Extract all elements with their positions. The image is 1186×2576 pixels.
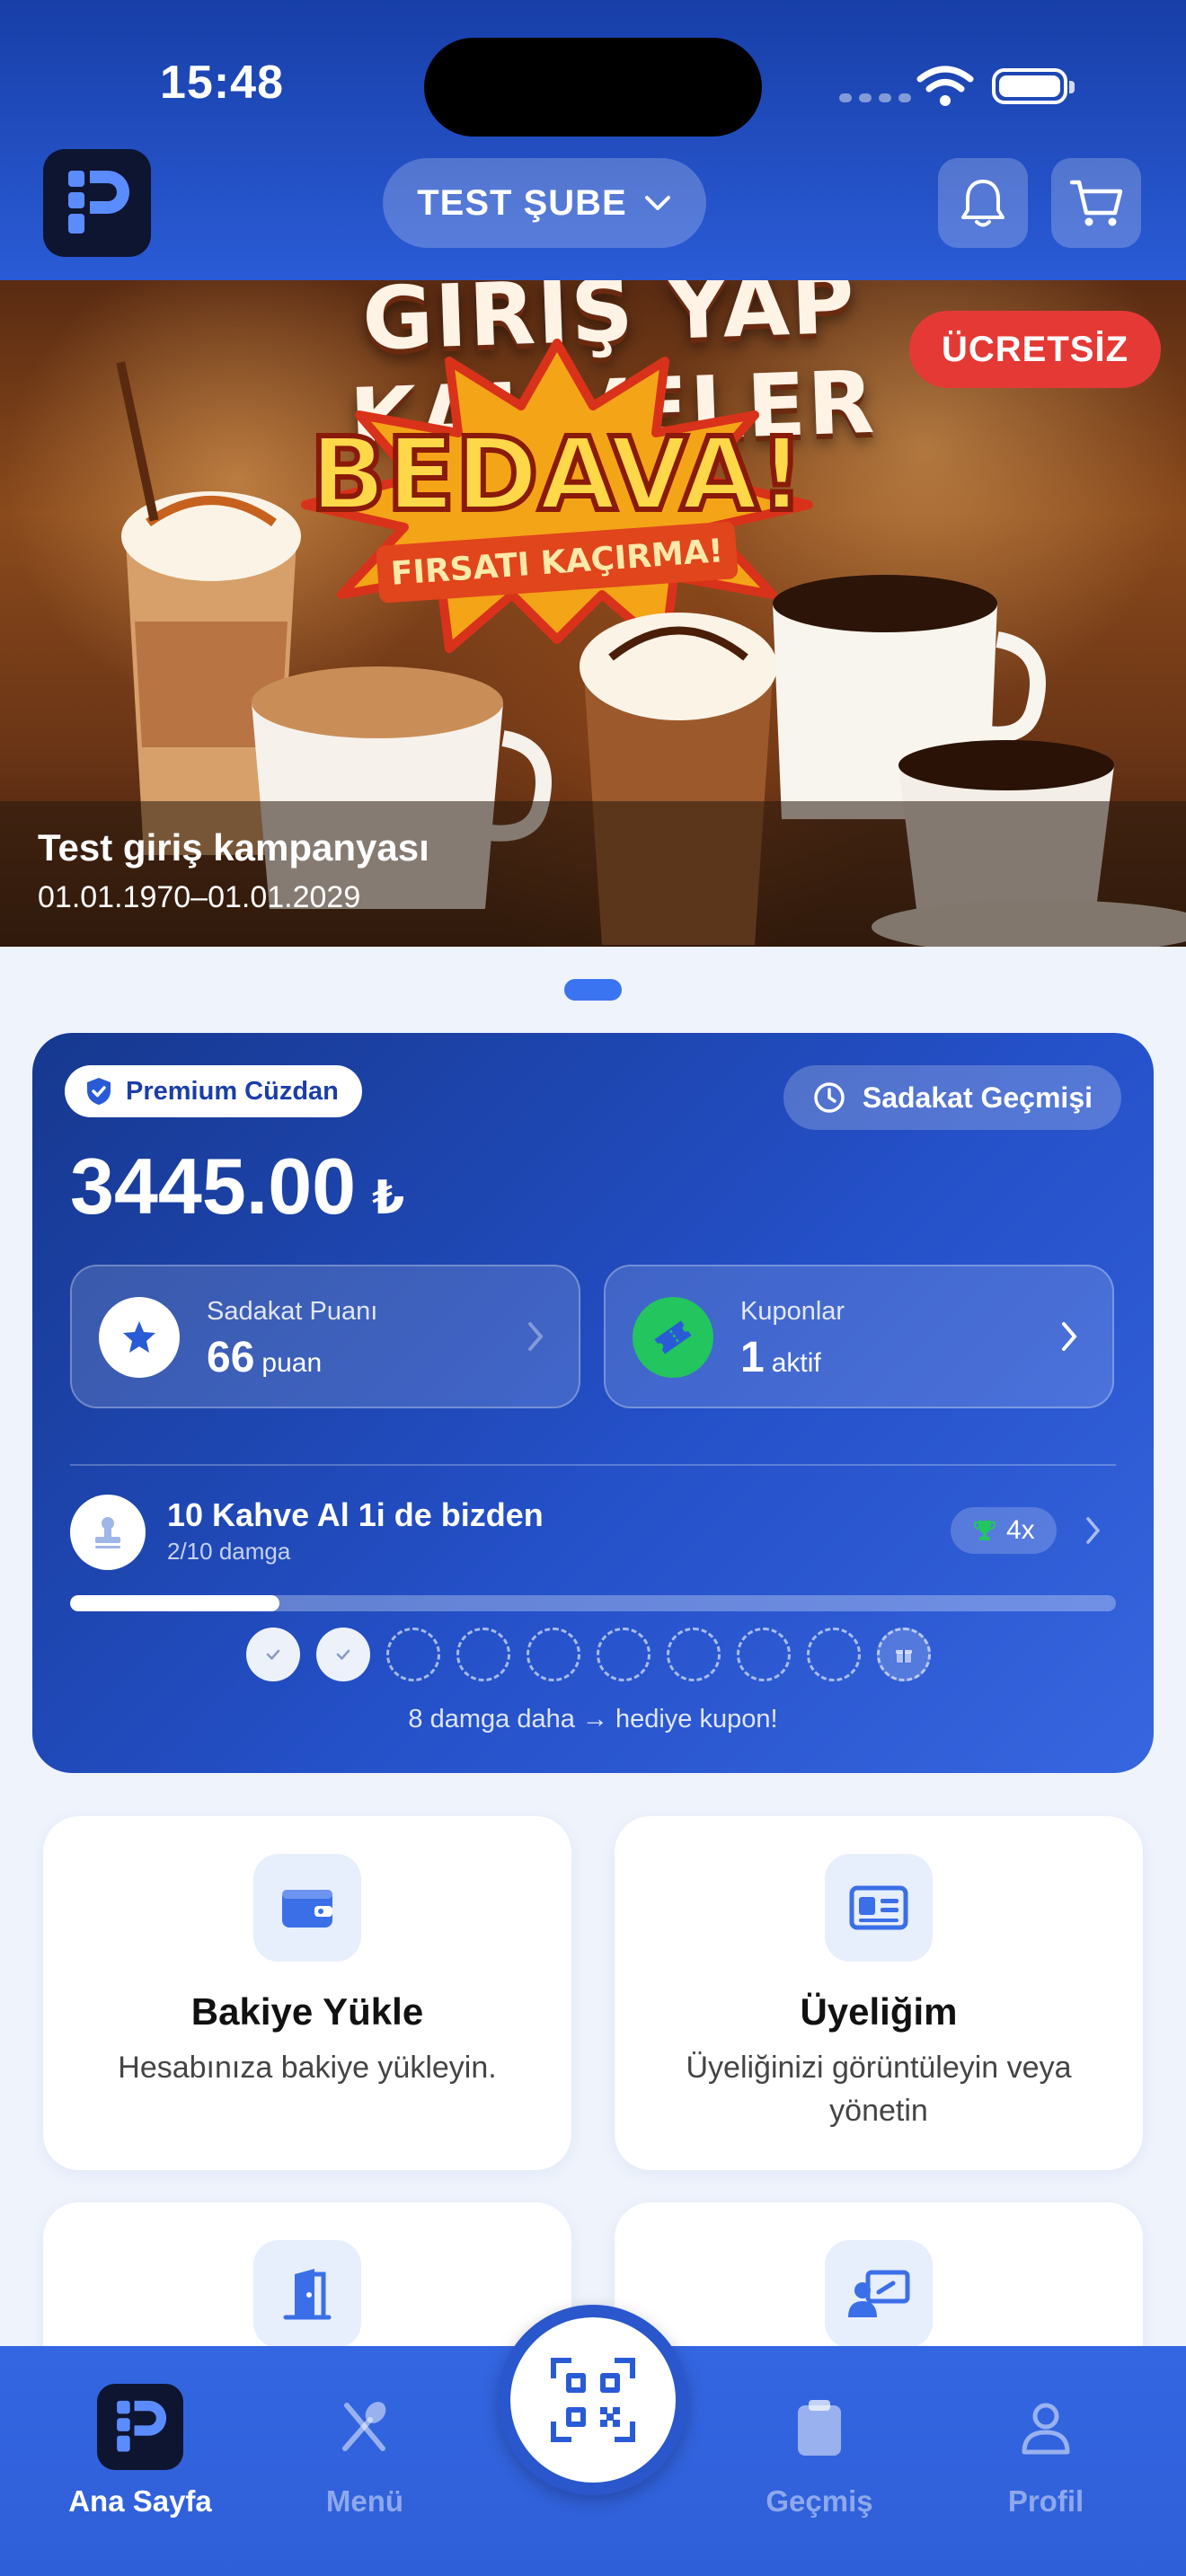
dynamic-island bbox=[424, 38, 762, 137]
id-card-icon bbox=[825, 1854, 933, 1962]
tab-menu[interactable]: Menü bbox=[275, 2382, 455, 2519]
wallet-balance: 3445.00 ₺ bbox=[70, 1141, 404, 1232]
notifications-button[interactable] bbox=[938, 158, 1028, 248]
coupons-value: 1 bbox=[740, 1334, 765, 1381]
chevron-right-icon[interactable] bbox=[1084, 1514, 1103, 1547]
coupons-card[interactable]: Kuponlar 1 aktif bbox=[604, 1265, 1114, 1408]
stamp-reward-note: 8 damga daha → hediye kupon! bbox=[408, 1705, 778, 1734]
banner-caption-overlay bbox=[0, 801, 1186, 947]
stamp-slot-empty bbox=[597, 1628, 651, 1681]
cart-button[interactable] bbox=[1051, 158, 1141, 248]
chevron-right-icon bbox=[1062, 1322, 1077, 1351]
carousel-page-indicator[interactable] bbox=[564, 979, 622, 1001]
campaign-banner[interactable]: GIRIŞ YAP KAHVELER BEDAVA! FIRSATI KAÇIR… bbox=[0, 280, 1186, 947]
tab-menu-label: Menü bbox=[325, 2484, 404, 2518]
tab-profile-label: Profil bbox=[1007, 2484, 1084, 2518]
premium-badge: Premium Cüzdan bbox=[65, 1065, 362, 1117]
stamp-slot-gift bbox=[877, 1628, 931, 1681]
topup-title: Bakiye Yükle bbox=[190, 1990, 424, 2033]
door-exit-icon bbox=[253, 2240, 361, 2348]
topup-desc: Hesabınıza bakiye yükleyin. bbox=[118, 2051, 497, 2085]
tab-home[interactable]: Ana Sayfa bbox=[50, 2382, 230, 2519]
currency-symbol: ₺ bbox=[372, 1172, 405, 1224]
shield-check-icon bbox=[87, 1078, 111, 1105]
premium-label: Premium Cüzdan bbox=[126, 1076, 339, 1106]
status-time: 15:48 bbox=[160, 57, 284, 109]
points-label: Sadakat Puanı bbox=[207, 1297, 378, 1326]
cart-icon bbox=[1069, 180, 1123, 226]
wallet-icon bbox=[253, 1854, 361, 1962]
campaign-title: Test giriş kampanyası bbox=[38, 826, 429, 869]
stamp-icon bbox=[70, 1495, 146, 1570]
campaign-date-range: 01.01.1970–01.01.2029 bbox=[38, 880, 361, 914]
loyalty-history-button[interactable]: Sadakat Geçmişi bbox=[783, 1065, 1121, 1130]
clipboard-icon bbox=[774, 2382, 864, 2472]
qr-scan-button[interactable] bbox=[498, 2305, 688, 2495]
home-logo-icon bbox=[95, 2382, 185, 2472]
points-value-row: 66 puan bbox=[207, 1333, 322, 1382]
points-value: 66 bbox=[207, 1334, 255, 1381]
fork-knife-icon bbox=[320, 2382, 410, 2472]
stamp-progress-bar bbox=[70, 1595, 1116, 1611]
stamp-slot-empty bbox=[737, 1628, 791, 1681]
branch-label: TEST ŞUBE bbox=[417, 182, 627, 223]
membership-card[interactable]: Üyeliğim Üyeliğinizi görüntüleyin veya y… bbox=[615, 1816, 1143, 2170]
chevron-right-icon bbox=[528, 1322, 544, 1351]
clock-icon bbox=[814, 1082, 845, 1113]
stamp-progress-fill bbox=[70, 1595, 279, 1611]
stamp-count: 2/10 damga bbox=[167, 1538, 291, 1565]
membership-desc: Üyeliğinizi görüntüleyin veya yönetin bbox=[686, 2051, 1072, 2128]
app-header: 15:48 TEST ŞUBE bbox=[0, 0, 1186, 280]
star-icon bbox=[99, 1297, 180, 1378]
topup-card[interactable]: Bakiye Yükle Hesabınıza bakiye yükleyin. bbox=[43, 1816, 571, 2170]
stamp-slot-filled bbox=[316, 1628, 370, 1681]
check-icon bbox=[266, 1649, 280, 1660]
tab-home-label: Ana Sayfa bbox=[68, 2484, 212, 2518]
wifi-icon bbox=[916, 66, 974, 106]
coupons-unit: aktif bbox=[771, 1348, 821, 1378]
gift-icon bbox=[896, 1650, 912, 1663]
stamp-slot-empty bbox=[456, 1628, 510, 1681]
branch-selector[interactable]: TEST ŞUBE bbox=[383, 158, 706, 248]
tab-profile[interactable]: Profil bbox=[956, 2382, 1136, 2519]
battery-icon bbox=[992, 68, 1075, 104]
wallet-divider bbox=[70, 1464, 1116, 1466]
stamp-campaign-title: 10 Kahve Al 1i de bizden bbox=[167, 1496, 544, 1533]
loyalty-points-card[interactable]: Sadakat Puanı 66 puan bbox=[70, 1265, 580, 1408]
cellular-signal-icon bbox=[839, 93, 911, 102]
app-logo[interactable] bbox=[43, 149, 151, 257]
membership-title: Üyeliğim bbox=[800, 1990, 958, 2033]
multiplier-badge: 4x bbox=[951, 1507, 1057, 1554]
stamp-slots bbox=[246, 1628, 931, 1681]
qr-code-icon bbox=[551, 2358, 635, 2442]
points-unit: puan bbox=[261, 1348, 323, 1378]
user-icon bbox=[1001, 2382, 1091, 2472]
bell-icon bbox=[961, 180, 1005, 227]
balance-amount: 3445.00 bbox=[70, 1142, 357, 1231]
stamp-slot-empty bbox=[807, 1628, 861, 1681]
multiplier-value: 4x bbox=[1006, 1515, 1035, 1545]
coupons-value-row: 1 aktif bbox=[740, 1333, 821, 1382]
loyalty-history-label: Sadakat Geçmişi bbox=[862, 1081, 1093, 1114]
free-badge: ÜCRETSİZ bbox=[909, 311, 1161, 388]
trophy-icon bbox=[974, 1521, 996, 1540]
stamp-slot-empty bbox=[527, 1628, 580, 1681]
coupons-label: Kuponlar bbox=[740, 1297, 845, 1326]
chevron-down-icon bbox=[644, 196, 670, 210]
stamp-slot-empty bbox=[386, 1628, 440, 1681]
wallet-card: Premium Cüzdan Sadakat Geçmişi 3445.00 ₺… bbox=[32, 1033, 1154, 1773]
user-screen-icon bbox=[825, 2240, 933, 2348]
stamp-slot-filled bbox=[246, 1628, 300, 1681]
stamp-slot-empty bbox=[667, 1628, 721, 1681]
logo-p-icon bbox=[68, 171, 129, 234]
ticket-icon bbox=[633, 1297, 713, 1378]
tab-history-label: Geçmiş bbox=[766, 2484, 873, 2518]
check-icon bbox=[336, 1649, 350, 1660]
tab-history[interactable]: Geçmiş bbox=[730, 2382, 909, 2519]
